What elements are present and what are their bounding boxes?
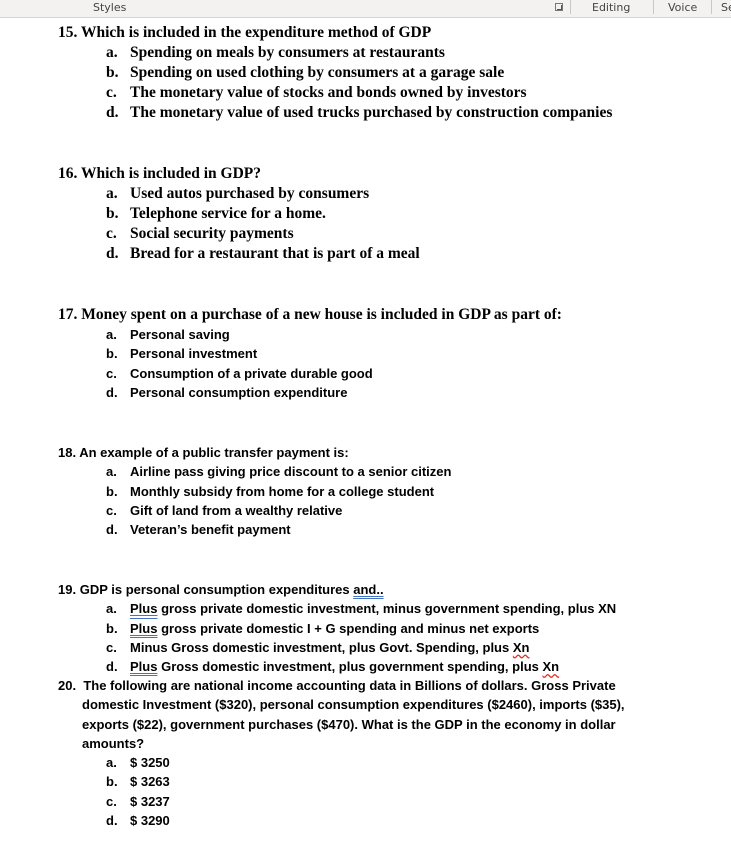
question-stem: 18. An example of a public transfer paym…: [58, 445, 349, 460]
grammar-flag[interactable]: and..: [353, 582, 383, 597]
spelling-flag[interactable]: Xn: [543, 659, 560, 674]
answer-option: a. $ 3250: [106, 755, 170, 771]
grammar-flag[interactable]: Plus: [130, 659, 157, 674]
question-16: 16. Which is included in GDP? a. Used aut…: [58, 164, 420, 264]
ribbon-separator: [653, 0, 654, 14]
spelling-flag[interactable]: Xn: [513, 640, 530, 655]
ribbon-separator: [570, 0, 571, 14]
answer-option: a. Airline pass giving price discount to …: [106, 464, 452, 480]
grammar-flag[interactable]: Plus: [130, 601, 157, 616]
answer-option: d. Veteran’s benefit payment: [106, 522, 291, 538]
sensitivity-group-label[interactable]: Se: [721, 1, 731, 15]
answer-option: a. Personal saving: [106, 327, 230, 342]
ribbon-separator: [711, 0, 712, 14]
answer-option: b. $ 3263: [106, 774, 170, 790]
answer-option: d. Bread for a restaurant that is part of…: [106, 245, 420, 262]
ribbon-group-bar: Styles Editing Voice Se: [0, 0, 731, 18]
question-19: 19. GDP is personal consumption expendit…: [58, 580, 616, 676]
answer-option: c. Gift of land from a wealthy relative: [106, 502, 343, 518]
question-stem: 19. GDP is personal consumption expendit…: [58, 582, 384, 597]
dialog-launcher-icon[interactable]: [555, 3, 563, 11]
answer-option: c. Minus Gross domestic investment, plus …: [106, 639, 530, 655]
answer-option: d. Plus Gross domestic investment, plus g…: [106, 659, 560, 675]
answer-option: b. Telephone service for a home.: [106, 205, 326, 222]
question-stem: 16. Which is included in GDP?: [58, 165, 261, 182]
question-stem: 15. Which is included in the expenditure…: [58, 24, 432, 41]
styles-group-label[interactable]: Styles: [93, 1, 126, 15]
answer-option: d. Personal consumption expenditure: [106, 384, 348, 400]
question-stem: 20. The following are national income ac…: [58, 678, 625, 751]
grammar-flag[interactable]: Plus: [130, 621, 157, 636]
answer-option: c. Consumption of a private durable good: [106, 365, 373, 381]
answer-option: c. The monetary value of stocks and bonds…: [106, 84, 527, 101]
answer-option: b. Personal investment: [106, 346, 258, 362]
answer-option: c. Social security payments: [106, 225, 294, 242]
question-18: 18. An example of a public transfer paym…: [58, 443, 451, 539]
question-17: 17. Money spent on a purchase of a new h…: [58, 305, 562, 402]
question-stem: 17. Money spent on a purchase of a new h…: [58, 306, 562, 323]
answer-option: c. $ 3237: [106, 793, 170, 809]
answer-option: d. $ 3290: [106, 813, 170, 829]
answer-option: b. Spending on used clothing by consumers…: [106, 64, 505, 81]
answer-option: a. Plus gross private domestic investment…: [106, 601, 617, 617]
editing-group-label[interactable]: Editing: [592, 1, 630, 15]
answer-option: b. Plus gross private domestic I + G spen…: [106, 620, 540, 636]
answer-option: b. Monthly subsidy from home for a colleg…: [106, 483, 435, 499]
answer-option: a. Spending on meals by consumers at rest…: [106, 44, 445, 61]
voice-group-label[interactable]: Voice: [668, 1, 697, 15]
question-20: 20. The following are national income ac…: [58, 676, 642, 830]
answer-option: a. Used autos purchased by consumers: [106, 185, 370, 202]
question-15: 15. Which is included in the expenditure…: [58, 23, 612, 123]
answer-option: d. The monetary value of used trucks purc…: [106, 104, 613, 121]
